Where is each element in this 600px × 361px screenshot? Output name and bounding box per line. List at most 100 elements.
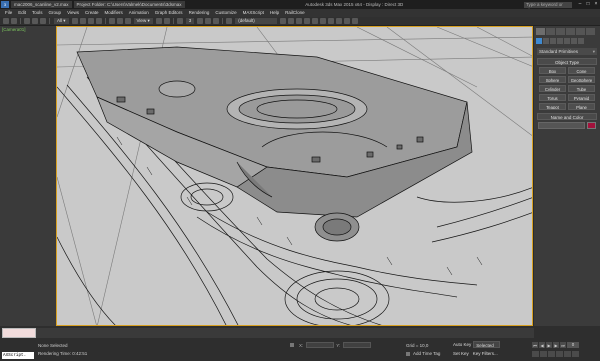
teapot-button[interactable]: Teapot bbox=[539, 103, 566, 110]
sphere-button[interactable]: Sphere bbox=[539, 76, 566, 83]
helpers-icon[interactable] bbox=[564, 38, 570, 44]
key-filters-button[interactable]: Key Filters... bbox=[473, 351, 498, 356]
pivot-point-icon[interactable] bbox=[155, 18, 162, 24]
app-logo-icon[interactable]: 3 bbox=[1, 1, 9, 8]
key-mode-dropdown[interactable]: Selected bbox=[473, 341, 501, 348]
rendered-frame-window-icon[interactable] bbox=[344, 18, 351, 24]
select-object-icon[interactable] bbox=[71, 18, 78, 24]
display-tab-icon[interactable] bbox=[576, 28, 585, 35]
primitive-category-dropdown[interactable]: Standard Primitives ▾ bbox=[537, 48, 597, 55]
window-crossing-icon[interactable] bbox=[95, 18, 102, 24]
maxscript-mini-listener[interactable]: AXScript. bbox=[2, 352, 34, 359]
spinner-snap-icon[interactable] bbox=[213, 18, 220, 24]
lights-icon[interactable] bbox=[550, 38, 556, 44]
x-coordinate-field[interactable] bbox=[306, 342, 335, 348]
snap-value[interactable]: 3 bbox=[185, 18, 195, 24]
motion-tab-icon[interactable] bbox=[566, 28, 575, 35]
selection-lock-icon[interactable] bbox=[290, 343, 294, 347]
menu-rendering[interactable]: Rendering bbox=[186, 9, 213, 17]
create-tab-icon[interactable] bbox=[536, 28, 545, 35]
set-key-button[interactable]: Set Key bbox=[451, 350, 471, 357]
unlink-icon[interactable] bbox=[32, 18, 38, 24]
menu-views[interactable]: Views bbox=[64, 9, 82, 17]
file-tab[interactable]: mac2006_scanline_v2.max bbox=[11, 1, 72, 8]
project-folder[interactable]: Project Folder: C:\Users\Valmek\Document… bbox=[73, 1, 185, 8]
select-manipulate-icon[interactable] bbox=[163, 18, 170, 24]
menu-customize[interactable]: Customize bbox=[212, 9, 239, 17]
box-button[interactable]: Box bbox=[539, 67, 566, 74]
menu-help[interactable]: Help bbox=[267, 9, 282, 17]
geometry-icon[interactable] bbox=[536, 38, 542, 44]
bind-space-warp-icon[interactable] bbox=[40, 18, 46, 24]
reference-coordinate-dropdown[interactable]: View ▾ bbox=[133, 18, 153, 24]
render-production-icon[interactable] bbox=[352, 18, 359, 24]
previous-frame-icon[interactable]: ◀ bbox=[539, 342, 545, 348]
maximize-viewport-icon[interactable] bbox=[572, 351, 579, 357]
scale-icon[interactable] bbox=[124, 18, 131, 24]
zoom-icon[interactable] bbox=[532, 351, 539, 357]
current-frame-field[interactable]: 0 bbox=[567, 342, 579, 348]
minimize-icon[interactable]: – bbox=[576, 1, 584, 8]
orbit-icon[interactable] bbox=[564, 351, 571, 357]
close-icon[interactable]: × bbox=[592, 1, 600, 8]
menu-file[interactable]: File bbox=[2, 9, 15, 17]
torus-button[interactable]: Torus bbox=[539, 94, 566, 101]
tube-button[interactable]: Tube bbox=[568, 85, 595, 92]
object-type-rollout[interactable]: Object Type bbox=[537, 58, 597, 65]
pan-icon[interactable] bbox=[556, 351, 563, 357]
y-coordinate-field[interactable] bbox=[343, 342, 372, 348]
select-by-name-icon[interactable] bbox=[79, 18, 86, 24]
pyramid-button[interactable]: Pyramid bbox=[568, 94, 595, 101]
menu-modifiers[interactable]: Modifiers bbox=[102, 9, 126, 17]
viewport-label[interactable]: [Camera01] bbox=[2, 27, 26, 32]
maxscript-listener-output[interactable] bbox=[2, 328, 36, 338]
add-time-tag[interactable]: Add Time Tag bbox=[406, 351, 440, 356]
named-selection-set-dropdown[interactable]: (default) bbox=[235, 18, 278, 24]
curve-editor-icon[interactable] bbox=[312, 18, 319, 24]
zoom-all-icon[interactable] bbox=[540, 351, 547, 357]
play-icon[interactable]: ▶ bbox=[546, 342, 552, 348]
menu-railclone[interactable]: RailClone bbox=[282, 9, 308, 17]
go-to-start-icon[interactable]: ⏮ bbox=[532, 342, 538, 348]
next-frame-icon[interactable]: ▶ bbox=[553, 342, 559, 348]
schematic-view-icon[interactable] bbox=[320, 18, 327, 24]
align-icon[interactable] bbox=[288, 18, 295, 24]
go-to-end-icon[interactable]: ⏭ bbox=[560, 342, 566, 348]
space-warps-icon[interactable] bbox=[571, 38, 577, 44]
cylinder-button[interactable]: Cylinder bbox=[539, 85, 566, 92]
utilities-tab-icon[interactable] bbox=[586, 28, 595, 35]
menu-edit[interactable]: Edit bbox=[15, 9, 29, 17]
menu-graph-editors[interactable]: Graph Editors bbox=[152, 9, 186, 17]
maximize-icon[interactable]: □ bbox=[584, 1, 592, 8]
angle-snap-icon[interactable] bbox=[197, 18, 204, 24]
edit-named-selection-icon[interactable] bbox=[226, 18, 233, 24]
redo-icon[interactable] bbox=[11, 18, 17, 24]
selection-filter-dropdown[interactable]: All ▾ bbox=[54, 18, 69, 24]
cone-button[interactable]: Cone bbox=[568, 67, 595, 74]
search-input[interactable]: Type a keyword or phrase bbox=[524, 1, 572, 13]
cameras-icon[interactable] bbox=[557, 38, 563, 44]
render-setup-icon[interactable] bbox=[336, 18, 343, 24]
object-color-swatch[interactable] bbox=[587, 122, 596, 129]
move-icon[interactable] bbox=[108, 18, 115, 24]
menu-group[interactable]: Group bbox=[46, 9, 65, 17]
ribbon-icon[interactable] bbox=[304, 18, 311, 24]
time-slider-track[interactable] bbox=[36, 328, 534, 338]
rectangular-selection-icon[interactable] bbox=[87, 18, 94, 24]
modify-tab-icon[interactable] bbox=[546, 28, 555, 35]
material-editor-icon[interactable] bbox=[328, 18, 335, 24]
mirror-icon[interactable] bbox=[280, 18, 287, 24]
geosphere-button[interactable]: GeoSphere bbox=[568, 76, 595, 83]
rotate-icon[interactable] bbox=[116, 18, 123, 24]
shapes-icon[interactable] bbox=[543, 38, 549, 44]
auto-key-button[interactable]: Auto Key bbox=[451, 341, 473, 348]
percent-snap-icon[interactable] bbox=[205, 18, 212, 24]
menu-create[interactable]: Create bbox=[82, 9, 102, 17]
menu-maxscript[interactable]: MAXScript bbox=[240, 9, 267, 17]
field-of-view-icon[interactable] bbox=[548, 351, 555, 357]
name-and-color-rollout[interactable]: Name and Color bbox=[537, 113, 597, 120]
camera-viewport[interactable] bbox=[56, 26, 533, 326]
hierarchy-tab-icon[interactable] bbox=[556, 28, 565, 35]
systems-icon[interactable] bbox=[578, 38, 584, 44]
layer-manager-icon[interactable] bbox=[296, 18, 303, 24]
